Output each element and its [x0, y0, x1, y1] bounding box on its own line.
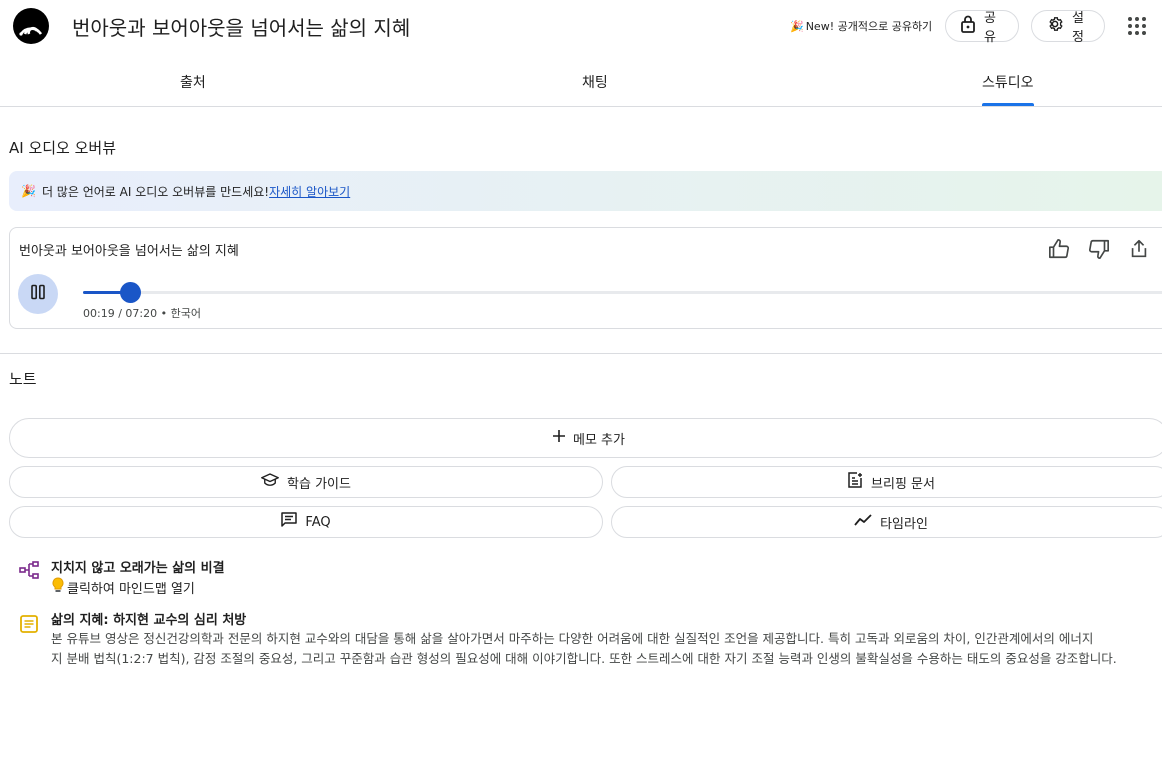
thumbs-up-icon[interactable]	[1047, 237, 1071, 261]
audio-overview-card: 번아웃과 보어아웃을 넘어서는 삶의 지혜 00:19 / 07:20 • 한국…	[9, 227, 1162, 329]
banner-text: 더 많은 언어로 AI 오디오 오버뷰를 만드세요!	[41, 184, 270, 199]
active-tab-indicator	[982, 103, 1034, 106]
app-header: 번아웃과 보어아웃을 넘어서는 삶의 지혜 🎉 New! 공개적으로 공유하기 …	[0, 0, 1162, 52]
tab-studio[interactable]: 스튜디오	[982, 72, 1034, 92]
thumbs-down-icon[interactable]	[1087, 237, 1111, 261]
pause-icon	[30, 284, 46, 304]
tab-sources[interactable]: 출처	[180, 72, 206, 92]
notebook-title[interactable]: 번아웃과 보어아웃을 넘어서는 삶의 지혜	[72, 12, 410, 41]
party-popper-icon: 🎉	[790, 19, 804, 33]
chat-bubble-icon	[281, 512, 298, 532]
note-body: 본 유튜브 영상은 정신건강의학과 전문의 하지현 교수와의 대담을 통해 삶을…	[51, 629, 1162, 669]
plus-icon	[553, 430, 565, 446]
audio-time-text: 00:19 / 07:20 • 한국어	[83, 307, 201, 320]
note-body-line: 본 유튜브 영상은 정신건강의학과 전문의 하지현 교수와의 대담을 통해 삶을…	[51, 631, 1094, 646]
audio-progress-thumb[interactable]	[119, 282, 141, 303]
notes-heading: 노트	[9, 370, 37, 388]
timeline-label: 타임라인	[880, 516, 928, 532]
mindmap-icon	[18, 559, 40, 581]
lightbulb-icon	[51, 577, 65, 597]
party-popper-icon: 🎉	[21, 184, 36, 198]
audio-overview-heading: AI 오디오 오버뷰	[9, 139, 117, 157]
note-item-mindmap[interactable]: 지치지 않고 오래가는 삶의 비결 클릭하여 마인드맵 열기	[18, 557, 1162, 599]
new-public-share-link[interactable]: 🎉 New! 공개적으로 공유하기	[790, 18, 932, 34]
language-banner: 🎉 더 많은 언어로 AI 오디오 오버뷰를 만드세요! 자세히 알아보기	[9, 171, 1162, 211]
settings-button[interactable]: 설정	[1031, 10, 1105, 45]
study-guide-label: 학습 가이드	[287, 476, 351, 492]
lock-icon	[960, 15, 976, 37]
share-upload-icon[interactable]	[1127, 237, 1151, 261]
notebooklm-logo-icon[interactable]	[13, 8, 49, 44]
learn-more-link[interactable]: 자세히 알아보기	[269, 183, 350, 200]
new-public-share-label: New! 공개적으로 공유하기	[805, 20, 933, 33]
note-item-summary[interactable]: 삶의 지혜: 하지현 교수의 심리 처방 본 유튜브 영상은 정신건강의학과 전…	[18, 609, 1162, 671]
document-plus-icon	[847, 472, 863, 492]
pause-button[interactable]	[18, 274, 58, 314]
tab-chat[interactable]: 채팅	[582, 72, 608, 92]
study-guide-button[interactable]: 학습 가이드	[9, 466, 603, 498]
briefing-doc-button[interactable]: 브리핑 문서	[611, 466, 1162, 498]
note-body-line: 지 분배 법칙(1:2:7 법칙), 감정 조절의 중요성, 그리고 꾸준함과 …	[51, 651, 1117, 666]
add-memo-button[interactable]: 메모 추가	[9, 418, 1162, 458]
tab-bar: 출처 채팅 스튜디오	[0, 56, 1162, 107]
apps-grid-icon[interactable]	[1126, 15, 1148, 37]
settings-label: 설정	[1072, 11, 1084, 45]
audio-progress-slider[interactable]	[83, 282, 1162, 303]
share-button[interactable]: 공유	[945, 10, 1019, 45]
note-icon	[18, 613, 40, 635]
note-title: 삶의 지혜: 하지현 교수의 심리 처방	[51, 613, 247, 628]
audio-title: 번아웃과 보어아웃을 넘어서는 삶의 지혜	[19, 244, 239, 259]
graduation-cap-icon	[261, 472, 279, 492]
note-title: 지치지 않고 오래가는 삶의 비결	[51, 561, 225, 576]
faq-button[interactable]: FAQ	[9, 506, 603, 538]
briefing-doc-label: 브리핑 문서	[871, 476, 935, 492]
section-divider	[0, 353, 1162, 354]
add-memo-label: 메모 추가	[573, 432, 625, 448]
share-label: 공유	[984, 11, 996, 45]
faq-label: FAQ	[305, 514, 331, 530]
timeline-button[interactable]: 타임라인	[611, 506, 1162, 538]
gear-icon	[1046, 15, 1064, 37]
open-mindmap-text: 클릭하여 마인드맵 열기	[67, 581, 195, 597]
trend-line-icon	[854, 514, 872, 530]
note-subtitle: 클릭하여 마인드맵 열기	[51, 577, 195, 597]
